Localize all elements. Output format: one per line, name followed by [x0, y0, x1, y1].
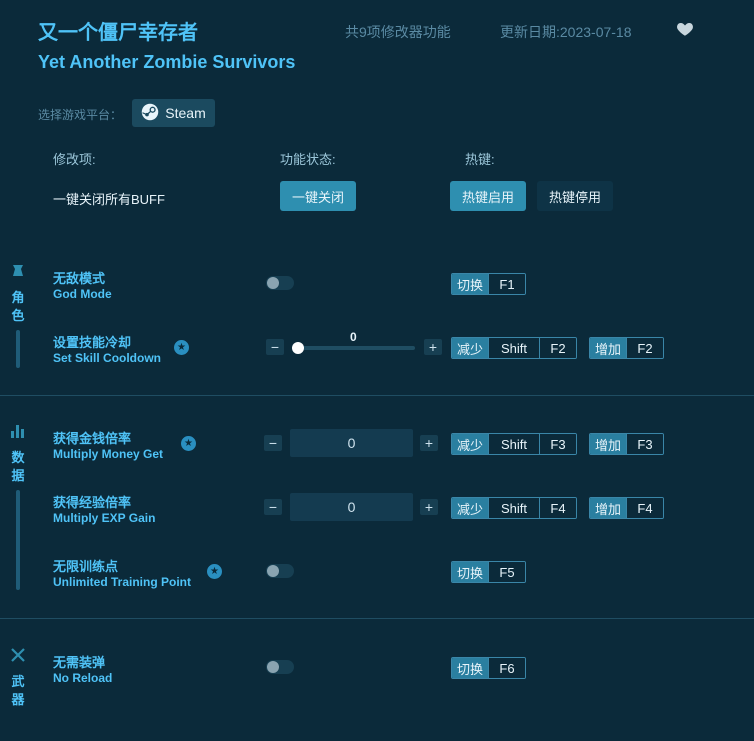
section-data-bar: [16, 490, 20, 590]
god-mode-key: F1: [488, 274, 526, 294]
exp-minus-button[interactable]: −: [264, 499, 282, 515]
no-reload-label-cn: 无需装弹: [53, 655, 106, 670]
money-plus-button[interactable]: +: [420, 435, 438, 451]
game-title-cn: 又一个僵尸幸存者: [38, 22, 198, 44]
steam-icon: [141, 103, 159, 124]
steam-label: Steam: [165, 105, 206, 121]
decrease-action: 减少: [452, 498, 489, 518]
skill-cooldown-value: 0: [350, 330, 357, 344]
star-icon: ★: [174, 340, 189, 355]
game-title-en: Yet Another Zombie Survivors: [38, 52, 296, 72]
exp-increase-hotkey[interactable]: 增加 F4: [589, 497, 665, 519]
no-reload-hotkey[interactable]: 切换 F6: [451, 657, 527, 679]
shift-key: Shift: [488, 338, 540, 358]
money-label-en: Multiply Money Get: [53, 447, 164, 461]
decrease-action: 减少: [452, 434, 489, 454]
close-all-button[interactable]: 一键关闭: [280, 181, 356, 211]
money-value-input[interactable]: 0: [290, 429, 413, 457]
skill-cooldown-label-en: Set Skill Cooldown: [53, 351, 162, 365]
star-icon: ★: [207, 564, 222, 579]
function-key: F5: [488, 562, 526, 582]
role-icon: [10, 263, 26, 284]
training-hotkey[interactable]: 切换 F5: [451, 561, 527, 583]
column-header-status: 功能状态:: [280, 152, 336, 167]
increase-action: 增加: [590, 338, 627, 358]
exp-label-cn: 获得经验倍率: [53, 495, 132, 510]
god-mode-label-en: God Mode: [53, 287, 112, 301]
no-reload-label-en: No Reload: [53, 671, 113, 685]
increase-action: 增加: [590, 498, 627, 518]
weapon-icon: [10, 647, 26, 668]
exp-decrease-hotkey[interactable]: 减少 Shift F4: [451, 497, 578, 519]
training-toggle[interactable]: [266, 564, 294, 578]
section-divider: [0, 395, 754, 396]
toggle-action: 切换: [452, 562, 489, 582]
training-label-cn: 无限训练点: [53, 559, 119, 574]
section-divider: [0, 618, 754, 619]
skill-cooldown-slider-handle[interactable]: [292, 342, 304, 354]
star-icon: ★: [181, 436, 196, 451]
feature-count: 共9项修改器功能: [345, 24, 451, 40]
close-all-buff-label: 一键关闭所有BUFF: [53, 192, 165, 207]
skill-cooldown-label-cn: 设置技能冷却: [53, 335, 132, 350]
steam-platform-button[interactable]: Steam: [132, 99, 215, 127]
money-label-cn: 获得金钱倍率: [53, 431, 132, 446]
function-key: F3: [626, 434, 664, 454]
training-label-en: Unlimited Training Point: [53, 575, 191, 589]
god-mode-label-cn: 无敌模式: [53, 271, 106, 286]
god-mode-toggle[interactable]: [266, 276, 294, 290]
shift-key: Shift: [488, 434, 540, 454]
skill-cooldown-increase-hotkey[interactable]: 增加 F2: [589, 337, 665, 359]
function-key: F3: [539, 434, 577, 454]
function-key: F6: [488, 658, 526, 678]
shift-key: Shift: [488, 498, 540, 518]
exp-label-en: Multiply EXP Gain: [53, 511, 156, 525]
column-header-mod: 修改项:: [53, 152, 96, 167]
skill-cooldown-slider-track[interactable]: [297, 346, 415, 350]
skill-cooldown-decrease-hotkey[interactable]: 减少 Shift F2: [451, 337, 578, 359]
platform-label: 选择游戏平台：: [38, 108, 123, 122]
god-mode-hotkey[interactable]: 切换 F1: [451, 273, 527, 295]
skill-cooldown-minus-button[interactable]: −: [266, 339, 284, 355]
function-key: F4: [626, 498, 664, 518]
decrease-action: 减少: [452, 338, 489, 358]
exp-plus-button[interactable]: +: [420, 499, 438, 515]
section-data-label: 数据: [11, 450, 25, 483]
function-key: F2: [539, 338, 577, 358]
section-role-label: 角色: [11, 290, 25, 323]
skill-cooldown-plus-button[interactable]: +: [424, 339, 442, 355]
heart-icon[interactable]: [676, 20, 694, 38]
exp-value-input[interactable]: 0: [290, 493, 413, 521]
god-mode-action: 切换: [452, 274, 489, 294]
money-decrease-hotkey[interactable]: 减少 Shift F3: [451, 433, 578, 455]
toggle-action: 切换: [452, 658, 489, 678]
update-date: 更新日期:2023-07-18: [500, 24, 632, 40]
money-minus-button[interactable]: −: [264, 435, 282, 451]
hotkey-enable-button[interactable]: 热键启用: [450, 181, 526, 211]
money-increase-hotkey[interactable]: 增加 F3: [589, 433, 665, 455]
increase-action: 增加: [590, 434, 627, 454]
data-icon: [10, 423, 26, 444]
hotkey-disable-button[interactable]: 热键停用: [537, 181, 613, 211]
function-key: F2: [626, 338, 664, 358]
function-key: F4: [539, 498, 577, 518]
section-weapon-label: 武器: [11, 674, 25, 707]
no-reload-toggle[interactable]: [266, 660, 294, 674]
section-role-bar: [16, 330, 20, 368]
column-header-hotkey: 热键:: [465, 152, 495, 167]
